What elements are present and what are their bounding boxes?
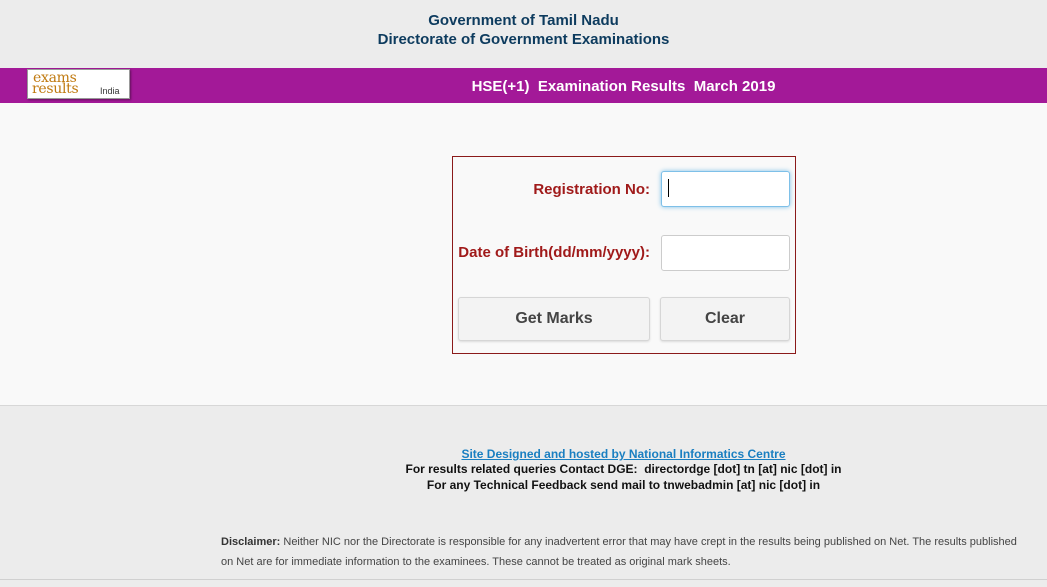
get-marks-button[interactable]: Get Marks [458, 297, 650, 341]
results-form: Registration No: Date of Birth(dd/mm/yyy… [452, 156, 796, 354]
feedback-line: For any Technical Feedback send mail to … [426, 478, 821, 492]
registration-label: Registration No: [533, 181, 650, 198]
page-header: Government of Tamil Nadu Directorate of … [0, 0, 1047, 68]
disclaimer-label: Disclaimer: [221, 536, 281, 548]
text-caret [668, 179, 669, 197]
contact-line: For results related queries Contact DGE:… [405, 462, 842, 476]
directorate-title: Directorate of Government Examinations [377, 31, 670, 48]
dob-label: Date of Birth(dd/mm/yyyy): [458, 244, 650, 261]
disclaimer-text: Neither NIC nor the Directorate is respo… [221, 536, 1017, 568]
disclaimer: Disclaimer: Neither NIC nor the Director… [221, 532, 1021, 572]
registration-input[interactable] [661, 171, 790, 207]
nic-link[interactable]: Site Designed and hosted by National Inf… [0, 447, 1047, 461]
clear-button[interactable]: Clear [660, 297, 790, 341]
government-title: Government of Tamil Nadu [428, 12, 619, 29]
exam-title: HSE(+1) Examination Results March 2019 [471, 78, 776, 95]
dob-input[interactable] [661, 235, 790, 271]
results-banner: exams results India HSE(+1) Examination … [0, 68, 1047, 103]
footer-divider [0, 579, 1047, 580]
page-footer: Site Designed and hosted by National Inf… [0, 407, 1047, 587]
